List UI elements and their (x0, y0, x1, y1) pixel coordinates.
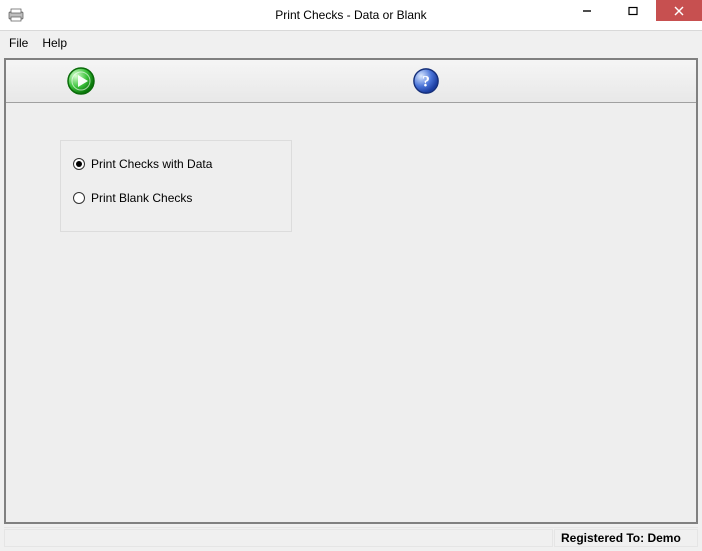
help-icon: ? (412, 67, 440, 95)
radio-print-with-data[interactable]: Print Checks with Data (73, 157, 279, 171)
app-icon (8, 7, 24, 23)
radio-icon (73, 192, 85, 204)
print-options-group: Print Checks with Data Print Blank Check… (60, 140, 292, 232)
svg-text:?: ? (422, 74, 430, 91)
radio-print-blank[interactable]: Print Blank Checks (73, 191, 279, 205)
play-icon (66, 66, 96, 96)
maximize-button[interactable] (610, 0, 656, 21)
status-left (4, 529, 553, 547)
radio-label: Print Blank Checks (91, 191, 192, 205)
continue-button[interactable] (66, 66, 96, 96)
radio-label: Print Checks with Data (91, 157, 212, 171)
client-area: ? Print Checks with Data Print Blank Che… (0, 54, 702, 551)
help-button[interactable]: ? (411, 66, 441, 96)
close-button[interactable] (656, 0, 702, 21)
menubar: File Help (0, 31, 702, 56)
status-registered: Registered To: Demo (554, 529, 698, 547)
statusbar: Registered To: Demo (4, 527, 698, 548)
main-panel: ? Print Checks with Data Print Blank Che… (4, 58, 698, 524)
window-controls (564, 0, 702, 30)
menu-help[interactable]: Help (39, 35, 70, 51)
toolbar: ? (6, 60, 696, 103)
minimize-button[interactable] (564, 0, 610, 21)
menu-file[interactable]: File (6, 35, 31, 51)
titlebar: Print Checks - Data or Blank (0, 0, 702, 31)
radio-icon (73, 158, 85, 170)
